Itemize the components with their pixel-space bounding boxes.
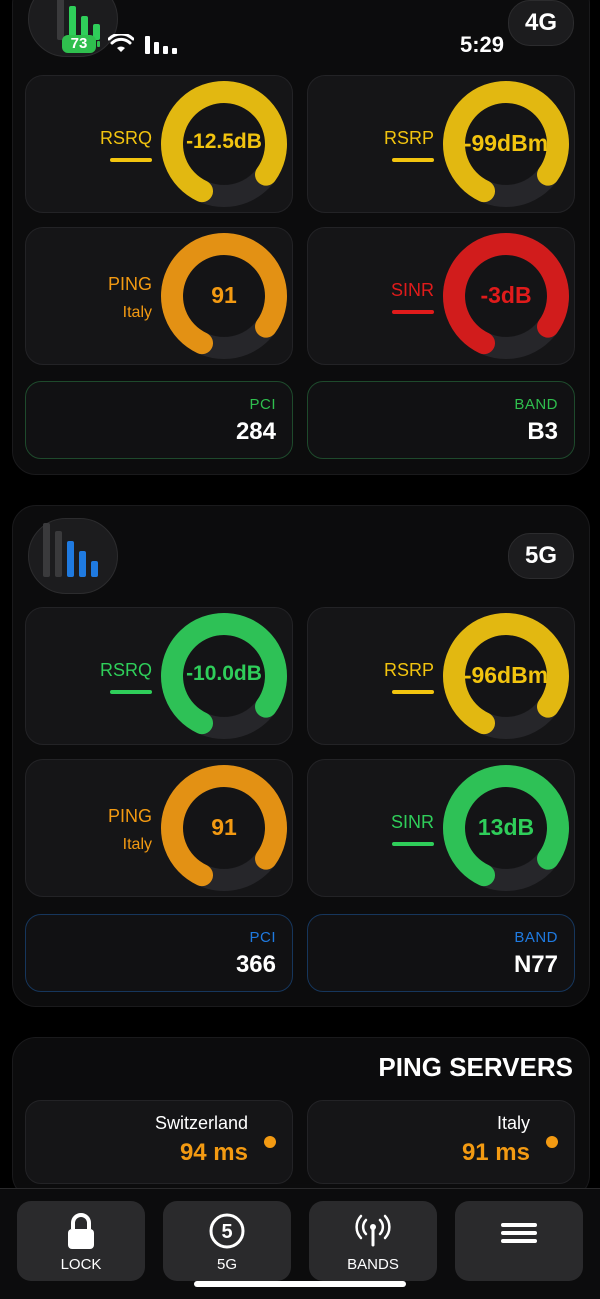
sinr-underline	[392, 310, 434, 314]
band-label: BAND	[514, 396, 558, 413]
signal-bars-icon	[28, 518, 118, 594]
rsrq-underline	[110, 690, 152, 694]
band-value: N77	[513, 951, 558, 978]
wifi-icon	[108, 34, 134, 52]
battery-indicator: 73	[62, 35, 100, 53]
pci-label: PCI	[249, 396, 276, 413]
5g-button[interactable]: 5 5G	[163, 1201, 291, 1281]
rsrq-label: RSRQ	[99, 660, 152, 680]
rsrq-underline	[110, 158, 152, 162]
cellular-icon	[145, 36, 177, 54]
sinr-card: SINR 13dB	[307, 759, 575, 897]
sinr-value: -3dB	[480, 282, 532, 308]
status-dot-icon	[264, 1136, 276, 1148]
rsrp-underline	[392, 158, 434, 162]
ping-label: PING	[107, 274, 152, 294]
ping-server-card[interactable]: Switzerland 94 ms	[25, 1100, 293, 1184]
rsrp-value: -96dBm	[463, 662, 549, 688]
ping-server-latency: 94 ms	[179, 1139, 248, 1166]
rsrq-label: RSRQ	[99, 128, 152, 148]
svg-text:5: 5	[221, 1221, 232, 1243]
clock: 5:29	[460, 32, 505, 57]
status-dot-icon	[546, 1136, 558, 1148]
ping-card[interactable]: PING Italy 91	[25, 759, 293, 897]
band-card: BAND B3	[307, 381, 575, 459]
ping-sublabel: Italy	[122, 304, 152, 321]
rsrq-card: RSRQ -12.5dB	[25, 75, 293, 213]
sinr-card: SINR -3dB	[307, 227, 575, 365]
sinr-label: SINR	[390, 812, 434, 832]
pci-card: PCI 366	[25, 914, 293, 992]
ping-servers-title: PING SERVERS	[378, 1052, 573, 1082]
section-4g: 4G RSRQ -12.5dB RSRP -99dBm PING Italy 91 SI…	[12, 0, 590, 475]
rsrp-label: RSRP	[383, 660, 434, 680]
pci-card: PCI 284	[25, 381, 293, 459]
rsrp-card: RSRP -96dBm	[307, 607, 575, 745]
lock-icon	[68, 1213, 94, 1249]
sinr-underline	[392, 842, 434, 846]
antenna-icon	[355, 1214, 391, 1247]
rsrq-value: -10.0dB	[186, 662, 262, 685]
ping-label: PING	[107, 806, 152, 826]
ping-value: 91	[211, 814, 237, 840]
home-indicator	[194, 1281, 406, 1287]
ping-servers-section: PING SERVERS Switzerland 94 ms Italy 91 …	[12, 1037, 590, 1199]
rsrq-value: -12.5dB	[186, 130, 262, 153]
ping-server-country: Italy	[496, 1113, 530, 1133]
band-label: BAND	[514, 929, 558, 946]
5g-label: 5G	[216, 1256, 237, 1273]
pci-label: PCI	[249, 929, 276, 946]
bottom-toolbar: LOCK 5 5G BANDS	[0, 1188, 600, 1299]
lock-button[interactable]: LOCK	[17, 1201, 145, 1281]
band-value: B3	[527, 418, 558, 445]
rsrp-underline	[392, 690, 434, 694]
menu-button[interactable]	[455, 1201, 583, 1281]
ping-sublabel: Italy	[122, 836, 152, 853]
pci-value: 366	[235, 951, 276, 978]
ping-value: 91	[211, 282, 237, 308]
rsrp-card: RSRP -99dBm	[307, 75, 575, 213]
ping-server-country: Switzerland	[154, 1113, 248, 1133]
sinr-value: 13dB	[477, 814, 535, 840]
lock-label: LOCK	[60, 1256, 102, 1273]
bands-button[interactable]: BANDS	[309, 1201, 437, 1281]
band-card: BAND N77	[307, 914, 575, 992]
rsrp-label: RSRP	[383, 128, 434, 148]
status-bar: 73 5:29	[0, 0, 600, 70]
sinr-label: SINR	[390, 280, 434, 300]
ping-card[interactable]: PING Italy 91	[25, 227, 293, 365]
section-5g: 5G RSRQ -10.0dB RSRP -96dBm PING Italy 91 SI…	[12, 505, 590, 1007]
ping-server-card[interactable]: Italy 91 ms	[307, 1100, 575, 1184]
tech-badge-5g[interactable]: 5G	[508, 533, 574, 579]
rsrp-value: -99dBm	[463, 130, 549, 156]
ping-server-latency: 91 ms	[461, 1139, 530, 1166]
pci-value: 284	[235, 418, 276, 445]
circled-5-icon: 5	[209, 1213, 245, 1249]
bands-label: BANDS	[347, 1256, 399, 1273]
rsrq-card: RSRQ -10.0dB	[25, 607, 293, 745]
menu-icon	[501, 1223, 537, 1243]
